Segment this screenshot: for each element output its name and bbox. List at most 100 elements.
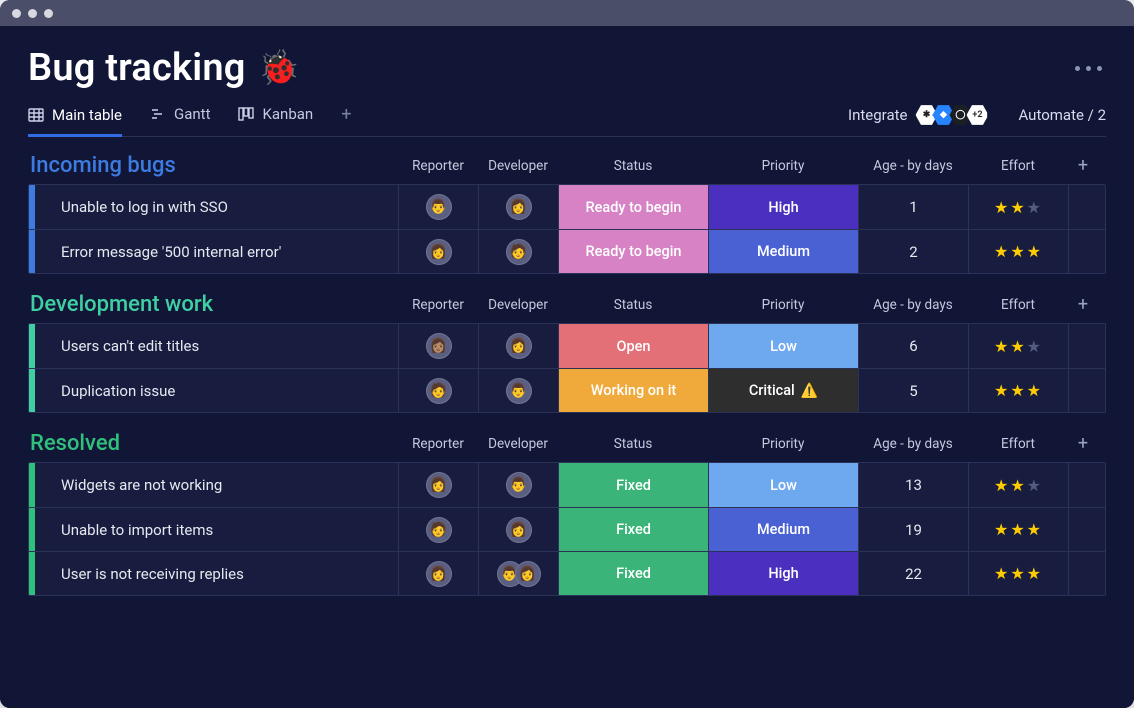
column-header-status[interactable]: Status	[558, 158, 708, 174]
column-header-reporter[interactable]: Reporter	[398, 158, 478, 174]
age-cell[interactable]: 2	[859, 230, 969, 273]
developer-cell[interactable]: 🧑	[479, 230, 559, 273]
row-extra-cell	[1069, 230, 1099, 273]
item-name[interactable]: Duplication issue	[47, 382, 175, 400]
group-title[interactable]: Incoming bugs	[28, 153, 398, 178]
avatar: 👩	[426, 472, 452, 498]
column-header-priority[interactable]: Priority	[708, 158, 858, 174]
effort-cell[interactable]: ★★★	[969, 369, 1069, 412]
reporter-cell[interactable]: 👨	[399, 185, 479, 229]
effort-cell[interactable]: ★★★	[969, 230, 1069, 273]
integration-more-badge: +2	[966, 104, 988, 126]
developer-cell[interactable]: 👨	[479, 463, 559, 507]
view-tab-gantt[interactable]: Gantt	[150, 105, 210, 125]
add-column-button[interactable]: +	[1068, 155, 1098, 176]
column-header-developer[interactable]: Developer	[478, 158, 558, 174]
status-cell[interactable]: Fixed	[559, 463, 709, 507]
bug-icon: 🐞	[258, 51, 300, 85]
effort-cell[interactable]: ★★★	[969, 463, 1069, 507]
status-cell[interactable]: Fixed	[559, 508, 709, 551]
age-cell[interactable]: 5	[859, 369, 969, 412]
age-cell[interactable]: 6	[859, 324, 969, 368]
reporter-cell[interactable]: 👩	[399, 230, 479, 273]
more-menu[interactable]	[1071, 60, 1106, 77]
item-name[interactable]: Unable to import items	[47, 521, 213, 539]
developer-cell[interactable]: 👩	[479, 324, 559, 368]
priority-cell[interactable]: High	[709, 185, 859, 229]
kanban-icon	[238, 106, 254, 122]
age-cell[interactable]: 13	[859, 463, 969, 507]
priority-cell[interactable]: Low	[709, 324, 859, 368]
integrate-button[interactable]: Integrate ✱ ◆ ◯ +2	[840, 104, 988, 126]
automate-label: Automate / 2	[1018, 106, 1106, 124]
effort-cell[interactable]: ★★★	[969, 552, 1069, 595]
developer-cell[interactable]: 👨	[479, 369, 559, 412]
add-view-button[interactable]: +	[341, 106, 351, 124]
group-title[interactable]: Development work	[28, 292, 398, 317]
column-header-reporter[interactable]: Reporter	[398, 297, 478, 313]
view-tab-kanban[interactable]: Kanban	[238, 105, 313, 125]
priority-cell[interactable]: Low	[709, 463, 859, 507]
table-row[interactable]: User is not receiving replies 👩 👨👩FixedHig…	[29, 551, 1105, 595]
avatar: 👩	[506, 194, 532, 220]
developer-cell[interactable]: 👩	[479, 185, 559, 229]
table-row[interactable]: Unable to import items 🧑👩FixedMedium19★★★	[29, 507, 1105, 551]
column-header-age[interactable]: Age - by days	[858, 158, 968, 174]
status-cell[interactable]: Working on it	[559, 369, 709, 412]
column-header-status[interactable]: Status	[558, 436, 708, 452]
table-row[interactable]: Duplication issue 🧑 👨 Working on itCritical…	[29, 368, 1105, 412]
status-cell[interactable]: Ready to begin	[559, 185, 709, 229]
developer-cell[interactable]: 👨👩	[479, 552, 559, 595]
avatar: 👩	[506, 333, 532, 359]
effort-cell[interactable]: ★★★	[969, 324, 1069, 368]
developer-cell[interactable]: 👩	[479, 508, 559, 551]
column-header-priority[interactable]: Priority	[708, 436, 858, 452]
add-column-button[interactable]: +	[1068, 433, 1098, 454]
view-tab-main-table[interactable]: Main table	[28, 106, 122, 137]
age-cell[interactable]: 19	[859, 508, 969, 551]
reporter-cell[interactable]: 👩🏽	[399, 324, 479, 368]
column-header-age[interactable]: Age - by days	[858, 436, 968, 452]
status-cell[interactable]: Open	[559, 324, 709, 368]
item-name[interactable]: Unable to log in with SSO	[47, 198, 228, 216]
gantt-icon	[150, 106, 166, 122]
column-header-developer[interactable]: Developer	[478, 297, 558, 313]
view-tab-label: Gantt	[174, 105, 210, 123]
table-row[interactable]: Unable to log in with SSO 👨 👩 Ready to begi…	[29, 185, 1105, 229]
group-title[interactable]: Resolved	[28, 431, 398, 456]
priority-cell[interactable]: Critical ⚠️	[709, 369, 859, 412]
column-header-age[interactable]: Age - by days	[858, 297, 968, 313]
table-row[interactable]: Widgets are not working 👩 👨FixedLow13★★★	[29, 463, 1105, 507]
item-name[interactable]: Users can't edit titles	[47, 337, 199, 355]
priority-cell[interactable]: Medium	[709, 508, 859, 551]
item-name[interactable]: Error message '500 internal error'	[47, 243, 281, 261]
add-column-button[interactable]: +	[1068, 294, 1098, 315]
reporter-cell[interactable]: 🧑	[399, 508, 479, 551]
table-row[interactable]: Error message '500 internal error' 👩🧑Read…	[29, 229, 1105, 273]
row-extra-cell	[1069, 463, 1099, 507]
age-cell[interactable]: 1	[859, 185, 969, 229]
column-header-effort[interactable]: Effort	[968, 158, 1068, 174]
automate-button[interactable]: Automate / 2	[1010, 106, 1106, 124]
age-cell[interactable]: 22	[859, 552, 969, 595]
priority-cell[interactable]: Medium	[709, 230, 859, 273]
item-name[interactable]: Widgets are not working	[47, 476, 222, 494]
column-header-developer[interactable]: Developer	[478, 436, 558, 452]
column-header-effort[interactable]: Effort	[968, 297, 1068, 313]
reporter-cell[interactable]: 👩	[399, 552, 479, 595]
effort-cell[interactable]: ★★★	[969, 508, 1069, 551]
avatar: 👩	[426, 561, 452, 587]
column-header-effort[interactable]: Effort	[968, 436, 1068, 452]
effort-cell[interactable]: ★★★	[969, 185, 1069, 229]
priority-cell[interactable]: High	[709, 552, 859, 595]
status-cell[interactable]: Fixed	[559, 552, 709, 595]
item-name[interactable]: User is not receiving replies	[47, 565, 244, 583]
column-header-priority[interactable]: Priority	[708, 297, 858, 313]
table-row[interactable]: Users can't edit titles 👩🏽 👩 OpenLow6★★★	[29, 324, 1105, 368]
status-cell[interactable]: Ready to begin	[559, 230, 709, 273]
avatar: 👨	[506, 378, 532, 404]
reporter-cell[interactable]: 🧑	[399, 369, 479, 412]
reporter-cell[interactable]: 👩	[399, 463, 479, 507]
column-header-status[interactable]: Status	[558, 297, 708, 313]
column-header-reporter[interactable]: Reporter	[398, 436, 478, 452]
